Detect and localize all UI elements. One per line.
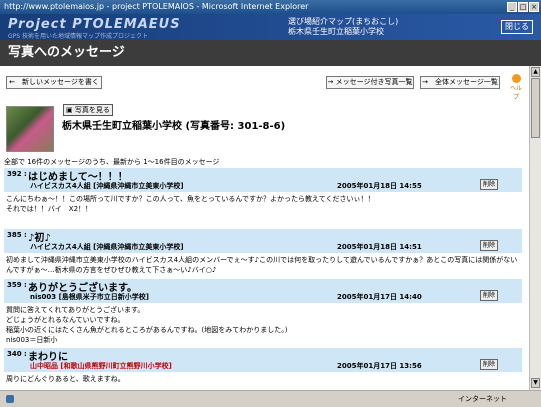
scroll-up-arrow-icon[interactable]: ▲ bbox=[531, 67, 540, 77]
message-body: 初めまして沖縄県沖縄市立美東小学校のハイビスカス4人組のメンバーでぇ〜す♪この川… bbox=[6, 256, 518, 274]
window-titlebar: http://www.ptolemaios.jp - project PTOLE… bbox=[0, 0, 541, 14]
message-header: 340 : まわりに 山中昭品 [和歌山県熊野川町立熊野川小学校] 2005年0… bbox=[4, 348, 522, 372]
message-summary: 全部で 16件のメッセージのうち、最新から 1〜16件目のメッセージ bbox=[4, 158, 220, 166]
message-number: 392 : bbox=[7, 170, 27, 178]
banner-line2: 栃木県壬生町立稲葉小学校 bbox=[288, 27, 384, 36]
view-photo-label: 写真を見る bbox=[74, 106, 110, 114]
message-date: 2005年01月17日 13:56 bbox=[337, 362, 422, 370]
message-author: ハイビスカス4人組 [沖縄県沖縄市立美東小学校] bbox=[30, 182, 184, 190]
message-header: 385 : ♪初♪ ハイビスカス4人組 [沖縄県沖縄市立美東小学校] 2005年… bbox=[4, 229, 522, 253]
message-author: nis003 [島根県米子市立日新小学校] bbox=[30, 293, 149, 301]
delete-button[interactable]: 削除 bbox=[480, 179, 499, 190]
vertical-scrollbar[interactable]: ▲ ▼ bbox=[529, 66, 541, 390]
delete-button[interactable]: 削除 bbox=[480, 290, 499, 301]
photo-icon: ▣ bbox=[66, 106, 73, 114]
scroll-thumb[interactable] bbox=[531, 78, 540, 138]
delete-button[interactable]: 削除 bbox=[480, 359, 499, 370]
window-title: http://www.ptolemaios.jp - project PTOLE… bbox=[4, 2, 309, 11]
photo-title: 栃木県壬生町立稲葉小学校 (写真番号: 301-8-6) bbox=[62, 121, 286, 132]
site-subtitle: GPS 技術を用いた地域情報マップ作成プロジェクト bbox=[8, 33, 148, 40]
message-body: こんにちわぁ〜！！この場所って川ですか？この人って、魚をとっているんですか？よか… bbox=[6, 195, 375, 213]
message-number: 340 : bbox=[7, 350, 27, 358]
view-photo-button[interactable]: ▣ 写真を見る bbox=[63, 104, 113, 116]
message-header: 359 : ありがとうございます。 nis003 [島根県米子市立日新小学校] … bbox=[4, 279, 522, 303]
message-date: 2005年01月18日 14:55 bbox=[337, 182, 422, 190]
page-icon bbox=[6, 395, 14, 403]
page-title: 写真へのメッセージ bbox=[0, 40, 541, 66]
banner-info: 選び場紹介マップ(まちおこし) 栃木県壬生町立稲葉小学校 bbox=[288, 17, 398, 37]
help-button[interactable]: ヘルプ bbox=[509, 74, 523, 101]
main-content: ← 新しいメッセージを書く → メッセージ付き写真一覧 → 全体メッセージ一覧 … bbox=[0, 66, 529, 390]
banner-line1: 選び場紹介マップ(まちおこし) bbox=[288, 17, 399, 26]
status-bar: インターネット bbox=[0, 390, 541, 407]
new-message-button[interactable]: ← 新しいメッセージを書く bbox=[6, 76, 102, 89]
minimize-button[interactable]: _ bbox=[507, 2, 517, 12]
photos-with-messages-button[interactable]: → メッセージ付き写真一覧 bbox=[326, 76, 414, 89]
close-window-button[interactable]: × bbox=[529, 2, 539, 12]
message-date: 2005年01月18日 14:51 bbox=[337, 243, 422, 251]
message-date: 2005年01月17日 14:40 bbox=[337, 293, 422, 301]
message-author: ハイビスカス4人組 [沖縄県沖縄市立美東小学校] bbox=[30, 243, 184, 251]
all-messages-button[interactable]: → 全体メッセージ一覧 bbox=[420, 76, 500, 89]
window-controls: _ □ × bbox=[507, 2, 539, 12]
maximize-button[interactable]: □ bbox=[518, 2, 528, 12]
scroll-down-arrow-icon[interactable]: ▼ bbox=[531, 378, 540, 388]
message-header: 392 : はじめまして〜！！！ ハイビスカス4人組 [沖縄県沖縄市立美東小学校… bbox=[4, 168, 522, 192]
site-logo: Project PTOLEMAEUS bbox=[8, 17, 181, 32]
delete-button[interactable]: 削除 bbox=[480, 240, 499, 251]
message-author: 山中昭品 [和歌山県熊野川町立熊野川小学校] bbox=[30, 362, 172, 370]
help-label: ヘルプ bbox=[509, 85, 522, 101]
site-banner: Project PTOLEMAEUS GPS 技術を用いた地域情報マップ作成プロ… bbox=[0, 14, 541, 40]
message-body: 周りにどんぐりあると、歌えますね。 bbox=[6, 375, 125, 383]
message-body: 質問に答えてくれてありがとうございます。 どじょうがとれるなんていいですね。 稲… bbox=[6, 306, 288, 344]
message-number: 359 : bbox=[7, 281, 27, 289]
photo-thumbnail[interactable] bbox=[6, 106, 54, 152]
help-icon bbox=[511, 74, 521, 83]
close-page-button[interactable]: 閉じる bbox=[501, 20, 533, 34]
message-number: 385 : bbox=[7, 231, 27, 239]
security-zone: インターネット bbox=[458, 395, 507, 403]
